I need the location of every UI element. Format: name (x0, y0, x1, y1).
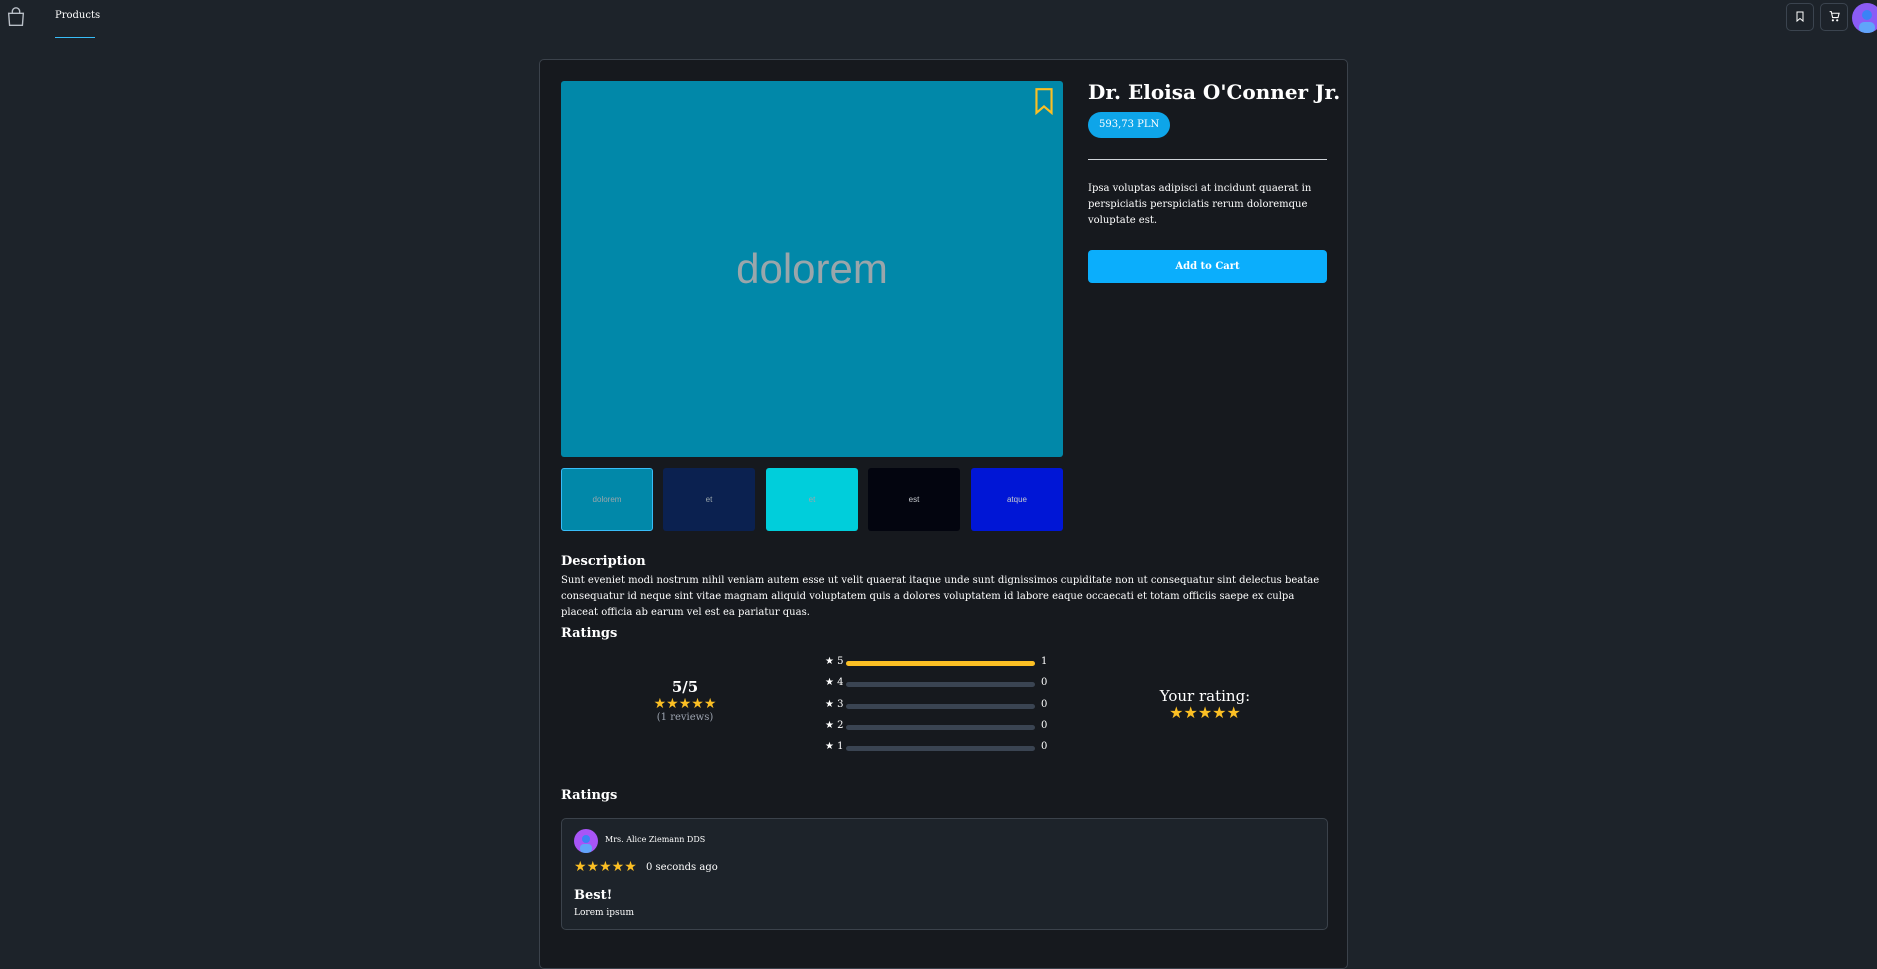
ratings-heading: Ratings (561, 626, 618, 641)
review-author: Mrs. Alice Ziemann DDS (605, 835, 706, 844)
distribution-bar (846, 682, 1035, 687)
distribution-count: 0 (1041, 677, 1048, 688)
product-card: dolorem dolorem et et est atque Dr. Eloi… (539, 59, 1348, 969)
distribution-bar (846, 746, 1035, 751)
rating-distribution-row: ★ 2 0 (825, 720, 1055, 734)
wishlist-button[interactable] (1786, 3, 1814, 31)
review-stars: ★★★★★ (574, 859, 637, 875)
reviews-heading: Ratings (561, 788, 618, 803)
average-rating-value: 5/5 (671, 678, 699, 696)
thumbnail[interactable]: atque (971, 468, 1063, 531)
add-to-cart-button[interactable]: Add to Cart (1088, 250, 1327, 283)
thumbnail-label: et (808, 495, 816, 504)
distribution-count: 0 (1041, 741, 1048, 752)
average-rating-stars: ★★★★★ (653, 696, 717, 712)
review-time: 0 seconds ago (646, 862, 718, 873)
rating-distribution-row: ★ 4 0 (825, 677, 1055, 691)
main-image-label: dolorem (736, 245, 888, 292)
your-rating-stars[interactable]: ★★★★★ (1155, 705, 1255, 721)
rating-distribution-row: ★ 5 1 (825, 656, 1055, 670)
bookmark-icon[interactable] (1031, 87, 1057, 116)
review-count: (1 reviews) (656, 712, 714, 723)
cart-icon (1828, 8, 1841, 27)
review-card: Mrs. Alice Ziemann DDS ★★★★★ 0 seconds a… (561, 818, 1328, 930)
tab-products[interactable]: Products (55, 0, 100, 38)
top-navbar: Products (0, 0, 1877, 38)
distribution-count: 0 (1041, 699, 1048, 710)
your-rating: Your rating: ★★★★★ (1155, 687, 1255, 721)
description-text: Sunt eveniet modi nostrum nihil veniam a… (561, 575, 1320, 618)
thumbnail-label: est (908, 495, 920, 504)
average-rating: 5/5 ★★★★★ (1 reviews) (640, 678, 730, 723)
shopping-bag-icon[interactable] (5, 6, 27, 28)
distribution-label: ★ 2 (825, 720, 844, 731)
distribution-bar (846, 704, 1035, 709)
rating-distribution-row: ★ 3 0 (825, 699, 1055, 713)
thumbnail[interactable]: dolorem (561, 468, 653, 531)
divider (1088, 159, 1327, 160)
product-title: Dr. Eloisa O'Conner Jr. (1088, 80, 1341, 104)
thumbnail-label: atque (1006, 495, 1028, 504)
distribution-label: ★ 3 (825, 699, 844, 710)
distribution-label: ★ 4 (825, 677, 844, 688)
distribution-bar-fill (846, 661, 1035, 666)
product-short-description: Ipsa voluptas adipisci at incidunt quaer… (1088, 183, 1312, 226)
distribution-bar (846, 661, 1035, 666)
cart-button[interactable] (1820, 3, 1848, 31)
distribution-bar (846, 725, 1035, 730)
product-main-image[interactable]: dolorem (561, 81, 1063, 457)
distribution-label: ★ 1 (825, 741, 844, 752)
review-title: Best! (574, 888, 613, 903)
thumbnail-label: et (705, 495, 713, 504)
thumbnail[interactable]: et (663, 468, 755, 531)
thumbnail[interactable]: est (868, 468, 960, 531)
user-avatar[interactable] (1852, 3, 1877, 33)
distribution-label: ★ 5 (825, 656, 844, 667)
thumbnail[interactable]: et (766, 468, 858, 531)
rating-distribution-row: ★ 1 0 (825, 741, 1055, 755)
price-badge: 593,73 PLN (1088, 112, 1171, 138)
thumbnail-label: dolorem (592, 495, 622, 504)
distribution-count: 1 (1041, 656, 1048, 667)
bookmark-icon (1794, 8, 1806, 27)
avatar (574, 829, 598, 853)
description-heading: Description (561, 554, 646, 569)
distribution-count: 0 (1041, 720, 1048, 731)
review-body: Lorem ipsum (574, 908, 635, 918)
